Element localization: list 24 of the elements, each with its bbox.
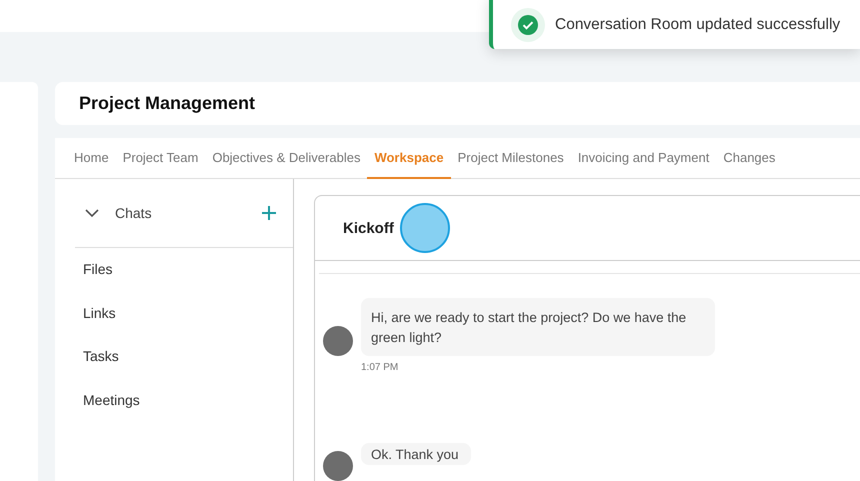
page-title: Project Management: [79, 93, 256, 114]
chat-title: Kickoff: [343, 220, 394, 236]
chevron-icon[interactable]: [85, 208, 99, 218]
sidebar-item[interactable]: Links: [75, 292, 293, 335]
tab[interactable]: Home: [67, 138, 116, 179]
sidebar-item[interactable]: Tasks: [75, 335, 293, 378]
add-icon[interactable]: [261, 205, 277, 221]
tab[interactable]: Project Team: [116, 138, 206, 179]
tab[interactable]: Changes: [716, 138, 782, 179]
tab[interactable]: Objectives & Deliverables: [205, 138, 368, 179]
section-label[interactable]: Chats: [115, 205, 261, 221]
check-icon: [511, 8, 545, 42]
message-bubble: Hi, are we ready to start the project? Do we have the green light?: [361, 298, 715, 356]
sidebar-item[interactable]: Meetings: [75, 378, 293, 422]
click-indicator: [400, 203, 450, 253]
toast-message: Conversation Room updated successfully: [555, 16, 840, 34]
avatar: [323, 451, 353, 481]
message-time: 1:07 PM: [361, 362, 400, 373]
tab[interactable]: Invoicing and Payment: [570, 138, 716, 179]
message-bubble: Ok. Thank you: [361, 443, 471, 465]
avatar: [323, 326, 353, 356]
tab[interactable]: Workspace: [367, 138, 451, 179]
tab[interactable]: Project Milestones: [450, 138, 571, 179]
sidebar-item[interactable]: Files: [75, 248, 293, 292]
